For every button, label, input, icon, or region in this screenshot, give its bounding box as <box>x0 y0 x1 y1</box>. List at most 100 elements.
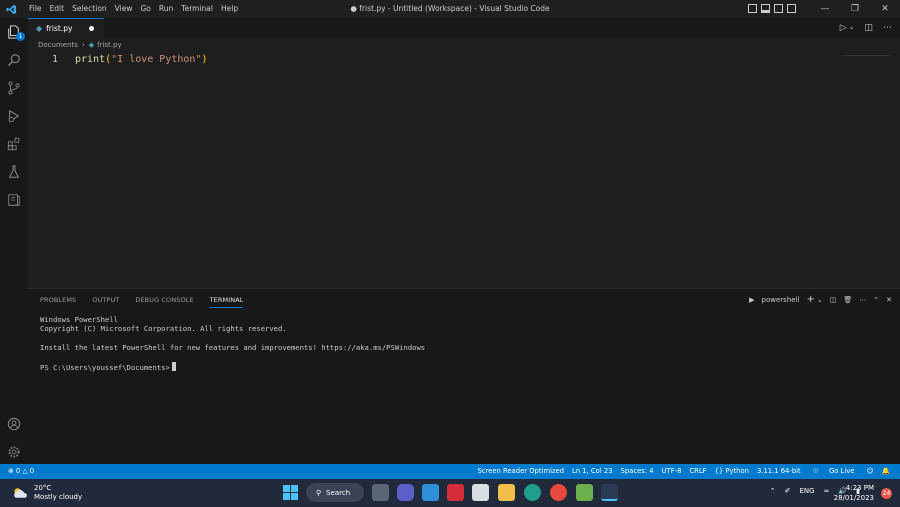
code-function-token: print <box>75 54 106 65</box>
more-actions-icon[interactable]: ⋯ <box>883 23 892 33</box>
toggle-panel-icon[interactable] <box>761 4 770 13</box>
new-terminal-dropdown-icon[interactable]: ⌄ <box>817 296 823 304</box>
menu-go[interactable]: Go <box>136 0 154 18</box>
weather-temp: 20°C <box>34 484 52 492</box>
remote-explorer-icon[interactable] <box>5 191 23 209</box>
acrobat-icon[interactable] <box>447 484 464 501</box>
toggle-secondary-sidebar-icon[interactable] <box>774 4 783 13</box>
files-icon[interactable]: 1 <box>5 23 25 41</box>
ink-workspace-icon[interactable]: ✐ <box>785 487 791 495</box>
chevron-right-icon: › <box>81 41 85 49</box>
more-actions-icon[interactable]: ⋯ <box>859 296 866 304</box>
tab-problems[interactable]: PROBLEMS <box>40 296 76 308</box>
encoding-status[interactable]: UTF-8 <box>658 464 686 479</box>
run-dropdown-icon[interactable]: ⌄ <box>849 23 855 33</box>
close-button[interactable]: ✕ <box>870 0 900 18</box>
activity-bar: 1 <box>0 18 28 464</box>
toggle-primary-sidebar-icon[interactable] <box>748 4 757 13</box>
tab-frist-py[interactable]: ◆ frist.py <box>28 18 104 38</box>
minimize-button[interactable]: — <box>810 0 840 18</box>
code-line[interactable]: print("I love Python") <box>75 54 207 65</box>
breadcrumb-folder[interactable]: Documents <box>38 41 78 49</box>
search-icon[interactable] <box>5 51 23 69</box>
unsaved-dot-icon[interactable] <box>89 26 94 31</box>
weather-widget[interactable]: 20°C Mostly cloudy <box>12 484 82 502</box>
menu-edit[interactable]: Edit <box>46 0 69 18</box>
microsoft-store-icon[interactable] <box>422 484 439 501</box>
run-debug-icon[interactable] <box>5 107 23 125</box>
run-python-file-icon[interactable]: ▷ <box>840 23 847 33</box>
file-explorer-icon[interactable] <box>498 484 515 501</box>
python-file-icon: ◆ <box>36 24 43 33</box>
editor-tab-bar: ◆ frist.py ▷ ⌄ ◫ ⋯ <box>28 18 900 38</box>
indentation-status[interactable]: Spaces: 4 <box>617 464 658 479</box>
code-editor[interactable]: 1 print("I love Python") <box>28 52 900 288</box>
restore-button[interactable]: ❐ <box>840 0 870 18</box>
menu-run[interactable]: Run <box>155 0 177 18</box>
clock-date: 28/01/2023 <box>833 494 874 502</box>
maximize-panel-icon[interactable]: ⌃ <box>873 296 879 304</box>
panel-tabs: PROBLEMS OUTPUT DEBUG CONSOLE TERMINAL <box>40 296 244 308</box>
language-mode-status[interactable]: {} Python <box>711 464 753 479</box>
notification-badge[interactable]: 24 <box>881 488 892 499</box>
source-control-icon[interactable] <box>5 79 23 97</box>
bottom-panel: PROBLEMS OUTPUT DEBUG CONSOLE TERMINAL ▶… <box>28 288 900 464</box>
tab-terminal[interactable]: TERMINAL <box>209 296 244 308</box>
account-icon[interactable] <box>5 415 23 433</box>
testing-icon[interactable] <box>5 163 23 181</box>
language-indicator[interactable]: ENG <box>799 487 814 495</box>
status-right-items: Screen Reader Optimized Ln 1, Col 23 Spa… <box>473 464 894 479</box>
problems-status[interactable]: ⊗ 0 △ 0 <box>8 464 34 479</box>
go-live-status[interactable]: ☉ Go Live <box>805 464 863 479</box>
task-view-icon[interactable] <box>372 484 389 501</box>
edge-browser-icon[interactable] <box>524 484 541 501</box>
python-file-icon: ◆ <box>88 41 95 49</box>
terminal-instance-label[interactable]: powershell <box>762 296 800 304</box>
terminal-cursor <box>171 362 176 371</box>
windows-start-icon[interactable] <box>283 485 298 500</box>
close-panel-icon[interactable]: ✕ <box>886 296 892 304</box>
breadcrumb-file[interactable]: frist.py <box>97 41 122 49</box>
app-icon[interactable] <box>472 484 489 501</box>
split-terminal-icon[interactable]: ◫ <box>830 296 837 304</box>
app-icon[interactable] <box>576 484 593 501</box>
terminal-line: Install the latest PowerShell for new fe… <box>40 343 426 352</box>
customize-layout-icon[interactable] <box>787 4 796 13</box>
menu-help[interactable]: Help <box>217 0 242 18</box>
search-icon: ⚲ <box>316 488 322 497</box>
menu-selection[interactable]: Selection <box>68 0 111 18</box>
new-terminal-icon[interactable]: + <box>806 294 814 305</box>
taskbar-clock[interactable]: 4:23 PM 28/01/2023 <box>834 483 874 503</box>
extensions-icon[interactable] <box>5 135 23 153</box>
vscode-taskbar-icon[interactable] <box>601 484 618 501</box>
weather-desc: Mostly cloudy <box>34 493 83 501</box>
cloud-sun-icon <box>14 488 27 498</box>
wifi-icon[interactable]: ≈ <box>824 487 830 495</box>
trash-icon[interactable]: 🗑 <box>843 296 852 304</box>
split-editor-icon[interactable]: ◫ <box>864 23 873 33</box>
chevron-up-icon[interactable]: ⌃ <box>770 487 776 495</box>
code-paren-close: ) <box>201 54 208 65</box>
taskbar-search[interactable]: ⚲ Search <box>306 483 364 502</box>
status-bar: ⊗ 0 △ 0 Screen Reader Optimized Ln 1, Co… <box>0 464 900 479</box>
notifications-bell-icon[interactable]: 🔔 <box>878 464 894 479</box>
chrome-browser-icon[interactable] <box>550 484 567 501</box>
settings-gear-icon[interactable] <box>5 443 23 461</box>
screen-reader-status[interactable]: Screen Reader Optimized <box>473 464 568 479</box>
terminal-icon: ▶ <box>749 295 755 304</box>
breadcrumb: Documents › ◆ frist.py <box>28 38 122 52</box>
feedback-icon[interactable]: ☺ <box>862 464 877 479</box>
menu-terminal[interactable]: Terminal <box>177 0 217 18</box>
minimap[interactable] <box>842 55 890 56</box>
warning-count: 0 <box>29 467 35 475</box>
menu-view[interactable]: View <box>111 0 137 18</box>
teams-chat-icon[interactable] <box>397 484 414 501</box>
tab-output[interactable]: OUTPUT <box>92 296 119 308</box>
cursor-position-status[interactable]: Ln 1, Col 23 <box>568 464 617 479</box>
terminal-prompt[interactable]: PS C:\Users\youssef\Documents> <box>40 362 176 372</box>
line-ending-status[interactable]: CRLF <box>685 464 710 479</box>
terminal-line: Copyright (C) Microsoft Corporation. All… <box>40 324 287 333</box>
menu-file[interactable]: File <box>25 0 46 18</box>
tab-debug-console[interactable]: DEBUG CONSOLE <box>135 296 193 308</box>
interpreter-status[interactable]: 3.11.1 64-bit <box>753 464 805 479</box>
